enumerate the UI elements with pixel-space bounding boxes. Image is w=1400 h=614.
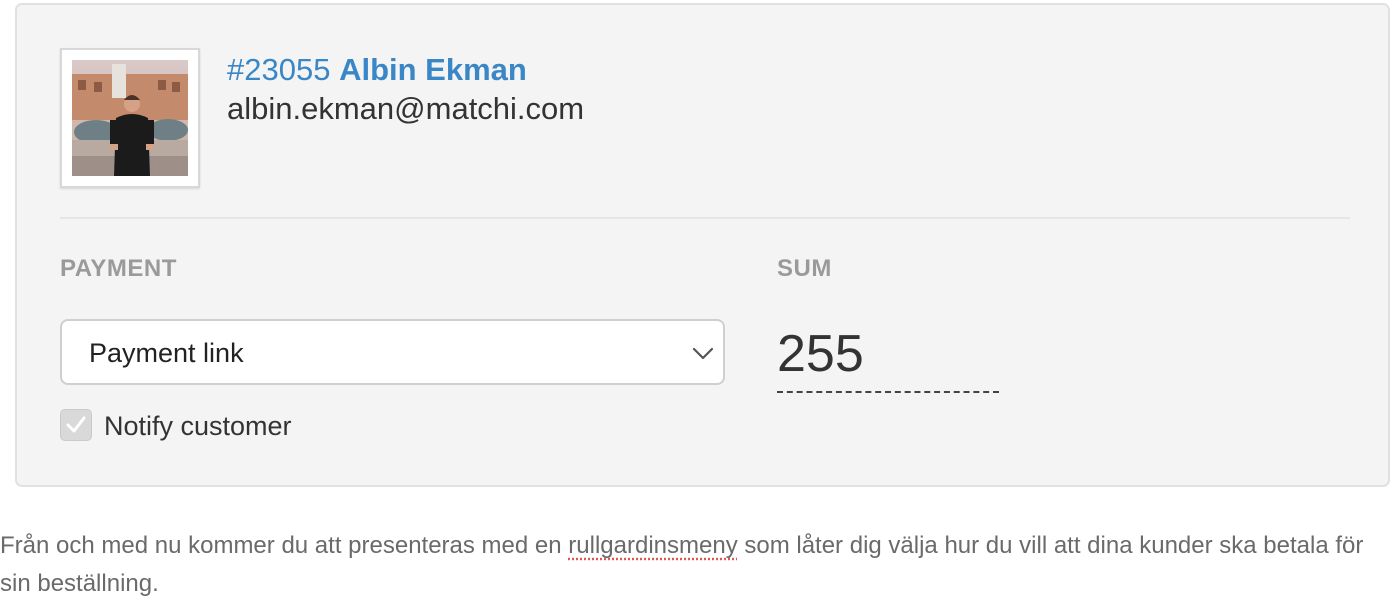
payment-method-select[interactable]: Payment link [60, 319, 725, 385]
customer-id[interactable]: #23055 [227, 52, 330, 87]
divider [60, 217, 1350, 219]
caption-misspelled-word: rullgardinsmeny [568, 532, 738, 559]
payment-method-value: Payment link [89, 338, 244, 368]
customer-name[interactable]: Albin Ekman [339, 52, 527, 87]
customer-info: #23055 Albin Ekman albin.ekman@matchi.co… [227, 51, 584, 129]
checkmark-icon [66, 416, 86, 433]
customer-link[interactable]: #23055 Albin Ekman [227, 51, 584, 89]
sum-value[interactable]: 255 [777, 323, 999, 393]
notify-customer-label[interactable]: Notify customer [104, 409, 292, 443]
payment-label: PAYMENT [60, 255, 177, 282]
payment-card: #23055 Albin Ekman albin.ekman@matchi.co… [15, 3, 1390, 487]
customer-email: albin.ekman@matchi.com [227, 91, 585, 126]
sum-label: SUM [777, 255, 832, 282]
caption-text: Från och med nu kommer du att presentera… [0, 527, 1395, 603]
customer-avatar [60, 48, 200, 188]
notify-customer-checkbox[interactable] [60, 409, 92, 441]
avatar-photo [72, 60, 188, 176]
chevron-down-icon [692, 347, 714, 360]
caption-text-start: Från och med nu kommer du att presentera… [0, 532, 569, 559]
